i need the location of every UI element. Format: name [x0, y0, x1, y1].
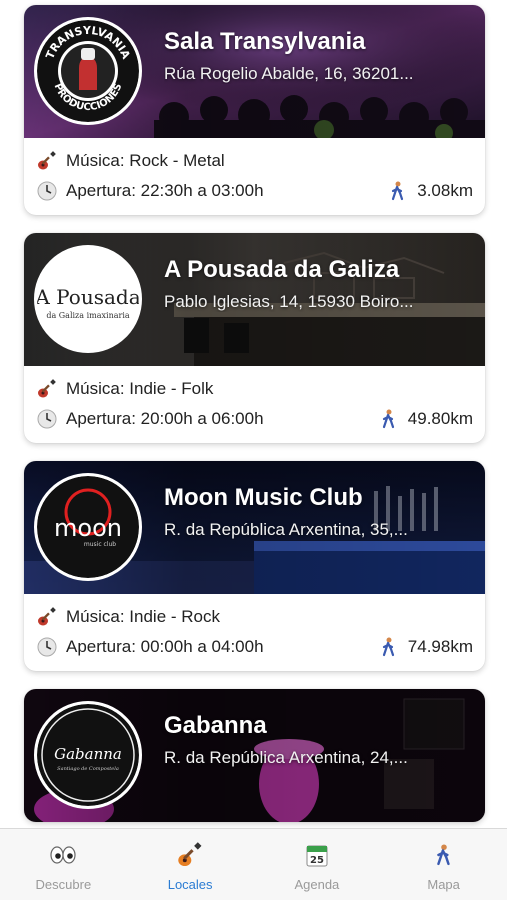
venue-card[interactable]: A Pousada da Galiza imaxinaria A Pousada…	[24, 233, 485, 443]
walking-person-icon	[378, 636, 400, 658]
clock-icon	[36, 180, 58, 202]
venue-logo-subtext: music club	[84, 541, 116, 548]
venue-logo-text: moon	[54, 514, 122, 542]
venue-music: Música: Rock - Metal	[66, 151, 225, 170]
tab-label: Locales	[167, 877, 213, 892]
venue-name[interactable]: Gabanna	[164, 712, 474, 740]
venue-address: Pablo Iglesias, 14, 15930 Boiro...	[164, 292, 414, 311]
venue-hours: Apertura: 20:00h a 06:00h	[66, 409, 264, 428]
venue-logo: TRANSYLVANIA PRODUCCIONES	[34, 17, 142, 125]
venue-name[interactable]: Moon Music Club	[164, 484, 474, 512]
venue-name[interactable]: A Pousada da Galiza	[164, 256, 474, 284]
venue-hours: Apertura: 22:30h a 03:00h	[66, 181, 264, 200]
venue-distance: 3.08km	[417, 181, 473, 200]
venue-hours: Apertura: 00:00h a 04:00h	[66, 637, 264, 656]
venue-logo-subtext: da Galiza imaxinaria	[46, 311, 130, 320]
clock-icon	[36, 408, 58, 430]
tab-agenda[interactable]: 25 Agenda	[254, 829, 381, 900]
venue-logo: A Pousada da Galiza imaxinaria	[34, 245, 142, 353]
venue-address: R. da República Arxentina, 35,...	[164, 520, 408, 539]
walking-person-icon	[387, 180, 409, 202]
tab-locales[interactable]: Locales	[127, 829, 254, 900]
calendar-icon: 25	[303, 841, 331, 869]
venue-music: Música: Indie - Folk	[66, 379, 214, 398]
venue-hero: moon music club Moon Music Club R. da Re…	[24, 461, 485, 594]
venue-distance: 49.80km	[407, 409, 473, 428]
venue-music: Música: Indie - Rock	[66, 607, 220, 626]
guitar-icon	[36, 150, 58, 172]
venue-card[interactable]: Gabanna Santiago de Compostela Gabanna R…	[24, 689, 485, 822]
venue-hero: Gabanna Santiago de Compostela Gabanna R…	[24, 689, 485, 822]
guitar-icon	[36, 606, 58, 628]
venue-distance: 74.98km	[407, 637, 473, 656]
venue-logo: Gabanna Santiago de Compostela	[34, 701, 142, 809]
eyes-icon	[49, 841, 77, 869]
venue-hero: TRANSYLVANIA PRODUCCIONES Sala Transylva…	[24, 5, 485, 138]
venue-card[interactable]: moon music club Moon Music Club R. da Re…	[24, 461, 485, 671]
venue-hero: A Pousada da Galiza imaxinaria A Pousada…	[24, 233, 485, 366]
clock-icon	[36, 636, 58, 658]
tab-label: Agenda	[294, 877, 340, 892]
guitar-icon	[176, 841, 204, 869]
guitar-icon	[36, 378, 58, 400]
venue-list[interactable]: TRANSYLVANIA PRODUCCIONES Sala Transylva…	[0, 0, 507, 828]
venue-address: R. da República Arxentina, 24,...	[164, 748, 408, 767]
tab-label: Descubre	[35, 877, 92, 892]
venue-logo: moon music club	[34, 473, 142, 581]
walking-person-icon	[430, 841, 458, 869]
venue-name[interactable]: Sala Transylvania	[164, 28, 474, 56]
tab-label: Mapa	[427, 877, 460, 892]
tab-descubre[interactable]: Descubre	[0, 829, 127, 900]
calendar-day: 25	[310, 855, 324, 866]
venue-address: Rúa Rogelio Abalde, 16, 36201...	[164, 64, 414, 83]
tab-bar: Descubre Locales 25 Agenda Mapa	[0, 828, 507, 900]
venue-card[interactable]: TRANSYLVANIA PRODUCCIONES Sala Transylva…	[24, 5, 485, 215]
venue-logo-text: Gabanna	[54, 745, 122, 763]
venue-logo-subtext: Santiago de Compostela	[57, 766, 119, 772]
walking-person-icon	[378, 408, 400, 430]
venue-logo-text: A Pousada	[37, 285, 139, 309]
tab-mapa[interactable]: Mapa	[380, 829, 507, 900]
